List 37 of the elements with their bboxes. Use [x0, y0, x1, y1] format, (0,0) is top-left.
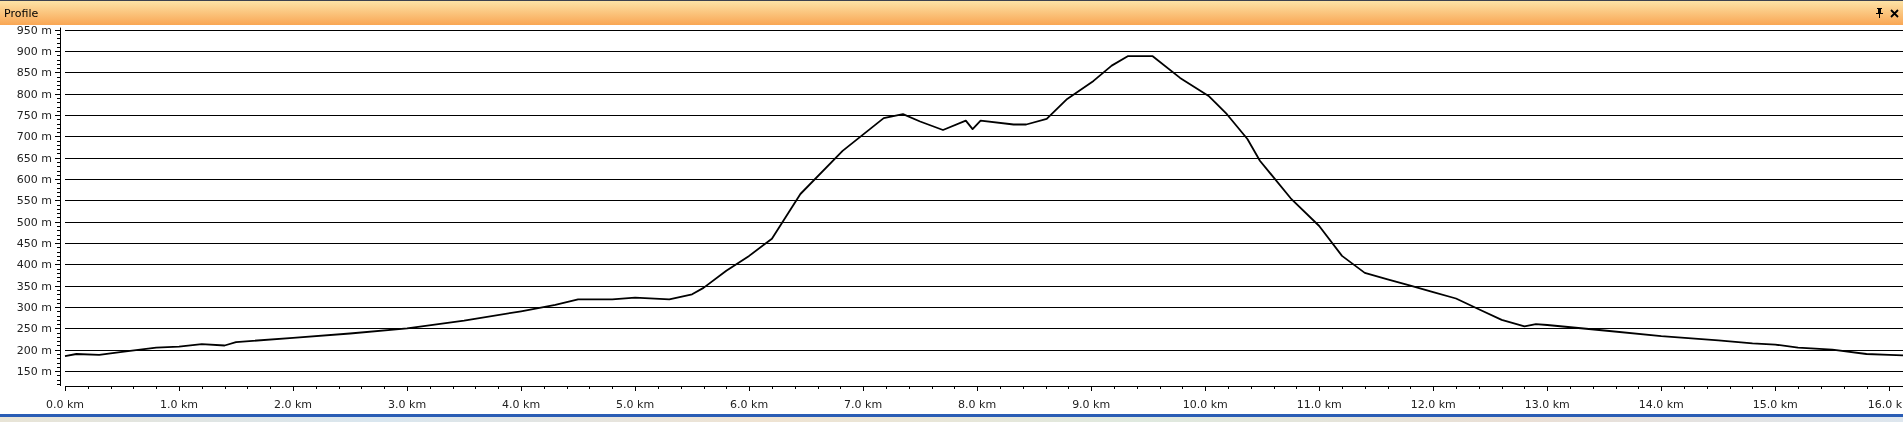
y-tick-label: 250 m: [16, 322, 52, 336]
y-tick-label: 750 m: [16, 109, 52, 123]
y-tick-label: 950 m: [16, 25, 52, 37]
x-tick-label: 0.0 km: [45, 398, 85, 411]
x-tick-label: 11.0 km: [1296, 398, 1342, 411]
y-tick-label: 700 m: [16, 130, 52, 144]
y-tick-label: 350 m: [16, 279, 52, 293]
y-tick-label: 400 m: [16, 258, 52, 272]
x-tick-label: 15.0 km: [1752, 398, 1798, 411]
panel-title: Profile: [4, 6, 39, 20]
x-tick-label: 6.0 km: [730, 398, 769, 411]
x-tick-label: 4.0 km: [502, 398, 541, 411]
y-tick-label: 200 m: [16, 343, 52, 357]
y-tick-label: 600 m: [16, 173, 52, 187]
x-tick-label: 2.0 km: [274, 398, 313, 411]
x-tick-label: 1.0 km: [160, 398, 199, 411]
x-tick-label: 12.0 km: [1410, 398, 1456, 411]
close-icon[interactable]: [1890, 8, 1899, 18]
y-tick-label: 500 m: [16, 215, 52, 229]
x-tick-label: 9.0 km: [1072, 398, 1111, 411]
y-tick-label: 450 m: [16, 237, 52, 251]
x-tick-label: 14.0 km: [1638, 398, 1684, 411]
x-tick-label: 13.0 km: [1524, 398, 1570, 411]
x-tick-label: 5.0 km: [616, 398, 655, 411]
y-tick-label: 300 m: [16, 301, 52, 315]
x-tick-label: 8.0 km: [958, 398, 997, 411]
y-tick-label: 800 m: [16, 87, 52, 101]
y-tick-label: 850 m: [16, 66, 52, 80]
x-tick-label: 10.0 km: [1182, 398, 1228, 411]
pin-icon[interactable]: [1875, 8, 1884, 18]
y-tick-label: 650 m: [16, 151, 52, 165]
x-tick-label: 3.0 km: [388, 398, 427, 411]
y-tick-label: 550 m: [16, 194, 52, 208]
x-tick-label: 16.0 k: [1867, 398, 1902, 411]
y-tick-label: 900 m: [16, 45, 52, 59]
x-tick-label: 7.0 km: [844, 398, 883, 411]
y-tick-label: 150 m: [16, 365, 52, 379]
